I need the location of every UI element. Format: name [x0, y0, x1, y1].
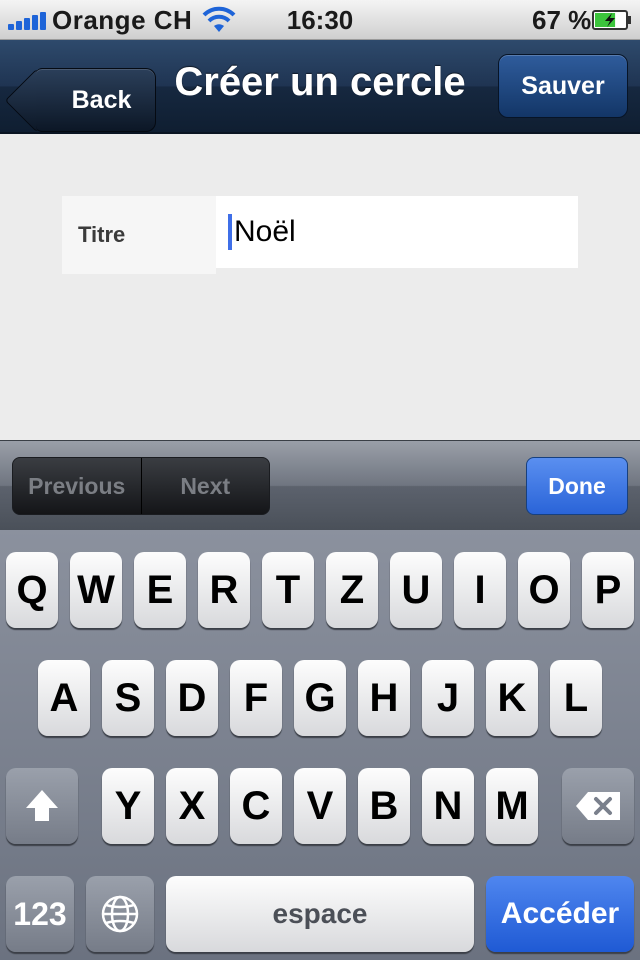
form-area: Titre Noël [0, 134, 640, 440]
key-g[interactable]: G [294, 660, 346, 736]
key-k[interactable]: K [486, 660, 538, 736]
key-x[interactable]: X [166, 768, 218, 844]
key-r[interactable]: R [198, 552, 250, 628]
key-d[interactable]: D [166, 660, 218, 736]
keyboard: Q W E R T Z U I O P A S D F G H J K L Y … [0, 530, 640, 960]
key-f[interactable]: F [230, 660, 282, 736]
key-y[interactable]: Y [102, 768, 154, 844]
save-button[interactable]: Sauver [498, 54, 628, 118]
key-w[interactable]: W [70, 552, 122, 628]
key-c[interactable]: C [230, 768, 282, 844]
key-e[interactable]: E [134, 552, 186, 628]
keyboard-toolbar: Previous Next Done [0, 440, 640, 530]
previous-button[interactable]: Previous [13, 458, 141, 514]
globe-key[interactable] [86, 876, 154, 952]
key-b[interactable]: B [358, 768, 410, 844]
key-v[interactable]: V [294, 768, 346, 844]
key-s[interactable]: S [102, 660, 154, 736]
navigation-bar: Back Créer un cercle Sauver [0, 40, 640, 134]
backspace-icon [576, 792, 620, 820]
shift-arrow-icon [26, 790, 58, 821]
shift-key[interactable] [6, 768, 78, 844]
key-j[interactable]: J [422, 660, 474, 736]
key-m[interactable]: M [486, 768, 538, 844]
key-l[interactable]: L [550, 660, 602, 736]
key-i[interactable]: I [454, 552, 506, 628]
key-u[interactable]: U [390, 552, 442, 628]
text-caret [228, 214, 232, 250]
back-button-label[interactable]: Back [36, 68, 156, 132]
key-t[interactable]: T [262, 552, 314, 628]
delete-key[interactable] [562, 768, 634, 844]
key-a[interactable]: A [38, 660, 90, 736]
globe-icon [101, 895, 139, 933]
go-key[interactable]: Accéder [486, 876, 634, 952]
title-field-label: Titre [62, 196, 216, 274]
back-button[interactable]: Back [18, 54, 156, 132]
key-q[interactable]: Q [6, 552, 58, 628]
battery-charging-icon [592, 10, 631, 30]
numbers-key[interactable]: 123 [6, 876, 74, 952]
key-h[interactable]: H [358, 660, 410, 736]
title-field-input[interactable]: Noël [216, 196, 578, 268]
page-title: Créer un cercle [174, 60, 466, 104]
battery-percent: 67 % [532, 5, 592, 35]
previous-next-control: Previous Next [12, 457, 270, 515]
title-field-value: Noël [234, 215, 296, 248]
next-button[interactable]: Next [140, 458, 270, 514]
key-z[interactable]: Z [326, 552, 378, 628]
space-key[interactable]: espace [166, 876, 474, 952]
key-o[interactable]: O [518, 552, 570, 628]
status-bar: Orange CH 16:30 67 % [0, 0, 640, 40]
done-button[interactable]: Done [526, 457, 628, 515]
key-p[interactable]: P [582, 552, 634, 628]
key-n[interactable]: N [422, 768, 474, 844]
